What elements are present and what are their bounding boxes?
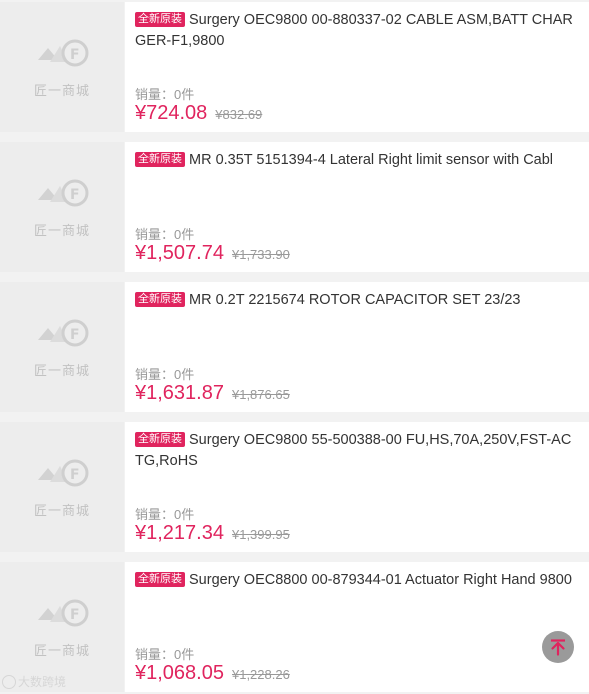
svg-text:F: F [70, 187, 80, 203]
current-price: ¥724.08 [135, 102, 208, 124]
product-title-text: Surgery OEC9800 55-500388-00 FU,HS,70A,2… [135, 432, 572, 469]
product-title-text: MR 0.2T 2215674 ROTOR CAPACITOR SET 23/2… [189, 292, 521, 308]
watermark-text: 大数跨境 [18, 675, 67, 689]
sales-count: 销量：0件 [135, 227, 195, 242]
product-image-placeholder[interactable]: F 匠一商城 [0, 142, 124, 272]
sales-count: 销量：0件 [135, 87, 195, 102]
new-original-tag: 全新原装 [135, 572, 185, 587]
jiangyi-logo-icon: F [38, 599, 89, 627]
product-info[interactable]: 全新原装 Surgery OEC8800 00-879344-01 Actuato… [125, 562, 589, 692]
product-info[interactable]: 全新原装 MR 0.2T 2215674 ROTOR CAPACITOR SET … [125, 282, 589, 412]
placeholder-brand-text: 匠一商城 [33, 503, 90, 518]
sales-count: 销量：0件 [135, 647, 195, 662]
placeholder-brand-text: 匠一商城 [33, 223, 90, 238]
back-to-top-button[interactable] [542, 631, 574, 663]
product-title[interactable]: 全新原装 MR 0.2T 2215674 ROTOR CAPACITOR SET … [135, 290, 577, 311]
placeholder-brand-text: 匠一商城 [33, 643, 90, 658]
product-info[interactable]: 全新原装 Surgery OEC9800 00-880337-02 CABLE A… [125, 2, 589, 132]
new-original-tag: 全新原装 [135, 292, 185, 307]
sales-count: 销量：0件 [135, 507, 195, 522]
product-title-text: Surgery OEC8800 00-879344-01 Actuator Ri… [189, 572, 572, 588]
placeholder-brand-text: 匠一商城 [33, 83, 90, 98]
price-row: ¥1,631.87 ¥1,876.65 [135, 382, 290, 405]
new-original-tag: 全新原装 [135, 432, 185, 447]
jiangyi-logo-icon: F [38, 179, 89, 207]
current-price: ¥1,631.87 [135, 382, 224, 404]
new-original-tag: 全新原装 [135, 12, 185, 27]
watermark-logo-icon [2, 674, 16, 689]
jiangyi-logo-icon: F [38, 459, 89, 487]
current-price: ¥1,507.74 [135, 242, 224, 264]
product-image-placeholder[interactable]: F 匠一商城 [0, 282, 124, 412]
product-title[interactable]: 全新原装 Surgery OEC9800 00-880337-02 CABLE A… [135, 10, 577, 52]
price-row: ¥724.08 ¥832.69 [135, 102, 262, 125]
jiangyi-logo-icon: F [38, 319, 89, 347]
original-price: ¥1,733.90 [231, 247, 290, 262]
product-title[interactable]: 全新原装 Surgery OEC8800 00-879344-01 Actuato… [135, 570, 577, 591]
original-price: ¥832.69 [215, 107, 263, 122]
product-card[interactable]: F 匠一商城 全新原装 Surgery OEC9800 00-880337-02 … [0, 2, 589, 132]
watermark: 大数跨境 [2, 673, 66, 690]
price-row: ¥1,217.34 ¥1,399.95 [135, 522, 290, 545]
sales-count: 销量：0件 [135, 367, 195, 382]
product-image-placeholder[interactable]: F 匠一商城 [0, 422, 124, 552]
product-title[interactable]: 全新原装 MR 0.35T 5151394-4 Lateral Right lim… [135, 150, 577, 171]
svg-text:F: F [70, 327, 80, 343]
product-info[interactable]: 全新原装 MR 0.35T 5151394-4 Lateral Right lim… [125, 142, 589, 272]
product-card[interactable]: F 匠一商城 全新原装 Surgery OEC8800 00-879344-01 … [0, 562, 589, 692]
product-title-text: Surgery OEC9800 00-880337-02 CABLE ASM,B… [135, 12, 573, 49]
product-title[interactable]: 全新原装 Surgery OEC9800 55-500388-00 FU,HS,7… [135, 430, 577, 472]
original-price: ¥1,399.95 [231, 527, 290, 542]
jiangyi-logo-icon: F [38, 39, 89, 67]
current-price: ¥1,068.05 [135, 662, 224, 684]
svg-text:F: F [70, 467, 80, 483]
price-row: ¥1,507.74 ¥1,733.90 [135, 242, 290, 265]
svg-text:F: F [70, 607, 80, 623]
product-info[interactable]: 全新原装 Surgery OEC9800 55-500388-00 FU,HS,7… [125, 422, 589, 552]
original-price: ¥1,876.65 [231, 387, 290, 402]
product-card[interactable]: F 匠一商城 全新原装 Surgery OEC9800 55-500388-00 … [0, 422, 589, 552]
placeholder-brand-text: 匠一商城 [33, 363, 90, 378]
current-price: ¥1,217.34 [135, 522, 224, 544]
product-image-placeholder[interactable]: F 匠一商城 [0, 2, 124, 132]
new-original-tag: 全新原装 [135, 152, 185, 167]
svg-text:F: F [70, 47, 80, 63]
arrow-up-to-top-icon [551, 639, 565, 656]
original-price: ¥1,228.26 [231, 667, 290, 682]
product-title-text: MR 0.35T 5151394-4 Lateral Right limit s… [189, 152, 554, 168]
product-card[interactable]: F 匠一商城 全新原装 MR 0.2T 2215674 ROTOR CAPACIT… [0, 282, 589, 412]
product-card[interactable]: F 匠一商城 全新原装 MR 0.35T 5151394-4 Lateral Ri… [0, 142, 589, 272]
price-row: ¥1,068.05 ¥1,228.26 [135, 662, 290, 685]
